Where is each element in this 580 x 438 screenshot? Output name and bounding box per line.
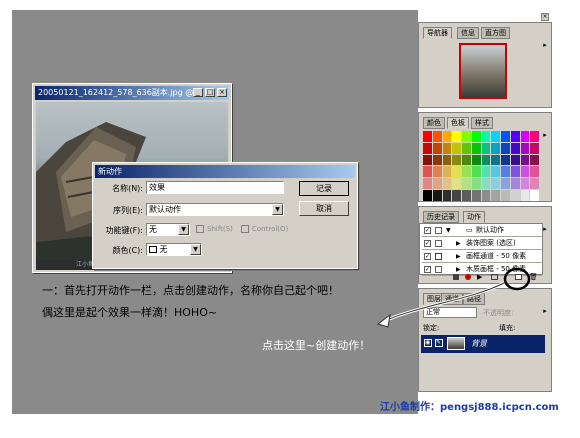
- footer-credit: 江小鱼制作：pengsj888.icpcn.com: [380, 398, 559, 413]
- footer-prefix: 江小鱼制作：: [380, 402, 440, 413]
- click-hint: 点击这里~创建动作！: [262, 339, 371, 352]
- instruction-line-1: 一：首先打开动作一栏，点击创建动作，名称你自己起个吧！: [42, 284, 339, 297]
- highlight-circle: [503, 267, 531, 291]
- instruction-line-2: 偶这里是起个效果一样滴！HOHO~: [42, 306, 218, 319]
- annotation-overlay: [376, 267, 531, 328]
- arrow-head-icon: [376, 313, 391, 328]
- screenshot-frame: 20050121_162412_578_636副本.jpg @ ... _ □ …: [0, 0, 580, 438]
- footer-url: pengsj888.icpcn.com: [440, 402, 559, 413]
